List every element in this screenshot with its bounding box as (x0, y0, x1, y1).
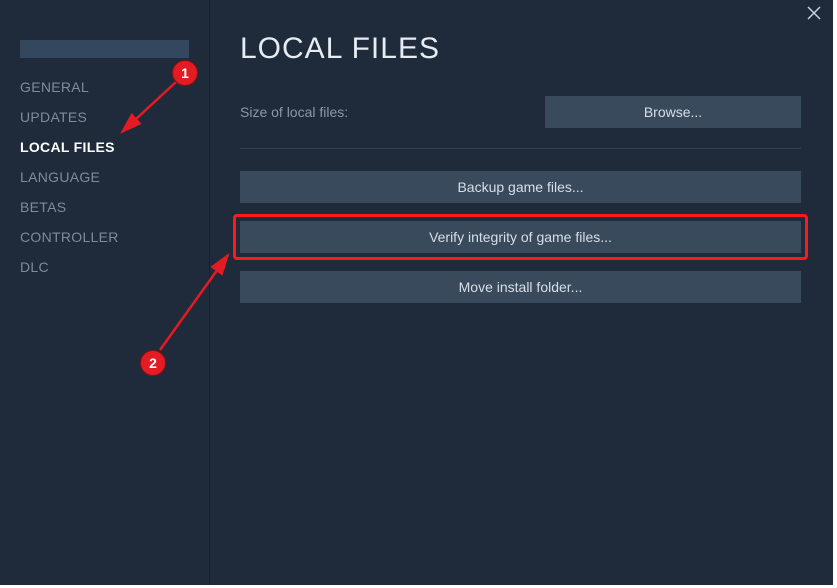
properties-window: GENERAL UPDATES LOCAL FILES LANGUAGE BET… (0, 0, 833, 585)
annotation-arrows (0, 0, 833, 585)
